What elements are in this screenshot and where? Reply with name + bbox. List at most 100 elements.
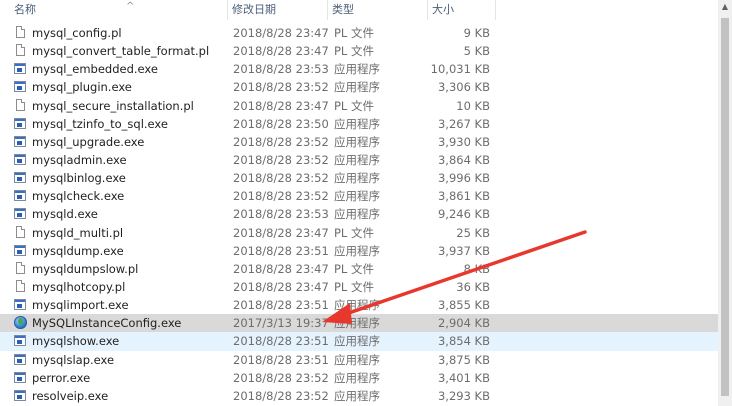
file-type: PL 文件 xyxy=(334,44,374,59)
file-row[interactable]: mysql_convert_table_format.pl 2018/8/28 2… xyxy=(0,42,718,60)
file-icon xyxy=(14,225,28,240)
sort-ascending-icon: ^ xyxy=(126,1,135,12)
file-row[interactable]: mysqlimport.exe 2018/8/28 23:51 应用程序 3,855 … xyxy=(0,296,718,314)
file-icon xyxy=(14,98,28,113)
column-header-date[interactable]: 修改日期 xyxy=(228,0,328,20)
exe-icon xyxy=(14,244,28,258)
file-row[interactable]: mysql_config.pl 2018/8/28 23:47 PL 文件 9 KB xyxy=(0,24,718,42)
file-row[interactable]: mysqlcheck.exe 2018/8/28 23:52 应用程序 3,861 K… xyxy=(0,187,718,205)
file-size: 3,930 KB xyxy=(437,134,490,149)
file-type: PL 文件 xyxy=(334,279,374,294)
file-date: 2018/8/28 23:53 xyxy=(233,62,328,77)
file-row[interactable]: mysqlbinlog.exe 2018/8/28 23:52 应用程序 3,996 … xyxy=(0,169,718,187)
file-name: mysql_secure_installation.pl xyxy=(32,98,194,113)
file-type: 应用程序 xyxy=(334,370,380,385)
file-date: 2018/8/28 23:53 xyxy=(233,207,328,222)
file-date: 2018/8/28 23:47 xyxy=(233,279,328,294)
file-type: 应用程序 xyxy=(334,80,380,95)
exe-icon xyxy=(14,371,28,385)
file-size: 36 KB xyxy=(456,279,490,294)
file-icon xyxy=(14,261,28,276)
file-size: 5 KB xyxy=(463,44,490,59)
file-size: 3,937 KB xyxy=(437,243,490,258)
file-size: 3,855 KB xyxy=(437,298,490,313)
file-name: mysql_upgrade.exe xyxy=(32,134,145,149)
scroll-up-icon[interactable]: ▲ xyxy=(718,0,732,14)
file-type: 应用程序 xyxy=(334,171,380,186)
file-row[interactable]: mysql_plugin.exe 2018/8/28 23:52 应用程序 3,306… xyxy=(0,78,718,96)
exe-icon xyxy=(14,298,28,312)
file-size: 3,875 KB xyxy=(437,352,490,367)
vertical-scrollbar[interactable]: ▲ xyxy=(718,0,732,406)
file-row[interactable]: mysqlhotcopy.pl 2018/8/28 23:47 PL 文件 36 KB xyxy=(0,278,718,296)
scrollbar-thumb[interactable] xyxy=(721,18,729,396)
file-date: 2018/8/28 23:51 xyxy=(233,298,328,313)
file-row[interactable]: mysqld_multi.pl 2018/8/28 23:47 PL 文件 25 KB xyxy=(0,224,718,242)
file-row[interactable]: mysql_secure_installation.pl 2018/8/28 23… xyxy=(0,97,718,115)
file-row[interactable]: mysql_upgrade.exe 2018/8/28 23:52 应用程序 3,93… xyxy=(0,133,718,151)
file-name: mysqlhotcopy.pl xyxy=(32,279,126,294)
file-type: 应用程序 xyxy=(334,352,380,367)
file-row[interactable]: mysqladmin.exe 2018/8/28 23:52 应用程序 3,864 K… xyxy=(0,151,718,169)
file-row[interactable]: resolveip.exe 2018/8/28 23:52 应用程序 3,293 KB xyxy=(0,387,718,405)
file-type: PL 文件 xyxy=(334,261,374,276)
file-type: 应用程序 xyxy=(334,298,380,313)
file-type: 应用程序 xyxy=(334,134,380,149)
file-type: 应用程序 xyxy=(334,388,380,403)
file-name: perror.exe xyxy=(32,370,91,385)
file-name: mysqladmin.exe xyxy=(32,152,127,167)
file-type: 应用程序 xyxy=(334,207,380,222)
file-size: 10,031 KB xyxy=(430,62,490,77)
exe-icon xyxy=(14,171,28,185)
file-date: 2018/8/28 23:52 xyxy=(233,80,328,95)
file-row[interactable]: mysqlshow.exe 2018/8/28 23:51 应用程序 3,854 KB xyxy=(0,332,718,351)
file-size: 3,864 KB xyxy=(437,152,490,167)
file-date: 2018/8/28 23:47 xyxy=(233,261,328,276)
file-icon xyxy=(14,26,28,40)
file-row[interactable]: MySQLInstanceConfig.exe 2017/3/13 19:37 应用… xyxy=(0,314,718,333)
column-name-label: 名称 xyxy=(14,3,36,16)
column-header-name[interactable]: 名称 ^ xyxy=(10,0,228,20)
file-type: 应用程序 xyxy=(334,62,380,77)
file-date: 2018/8/28 23:47 xyxy=(233,44,328,59)
file-size: 9,246 KB xyxy=(437,207,490,222)
file-row[interactable]: mysqldump.exe 2018/8/28 23:51 应用程序 3,937 KB xyxy=(0,242,718,260)
file-row[interactable]: perror.exe 2018/8/28 23:52 应用程序 3,401 KB xyxy=(0,369,718,387)
file-date: 2018/8/28 23:52 xyxy=(233,388,328,403)
file-date: 2018/8/28 23:51 xyxy=(233,334,328,349)
file-size: 9 KB xyxy=(463,26,490,40)
exe-icon xyxy=(14,153,28,167)
file-size: 3,861 KB xyxy=(437,189,490,204)
column-header-size[interactable]: 大小 xyxy=(428,0,496,20)
file-size: 8 KB xyxy=(463,261,490,276)
file-name: mysqld.exe xyxy=(32,207,98,222)
globe-icon xyxy=(14,316,28,330)
file-row[interactable]: mysql_embedded.exe 2018/8/28 23:53 应用程序 10,… xyxy=(0,60,718,78)
column-type-label: 类型 xyxy=(332,3,354,16)
file-name: mysqlslap.exe xyxy=(32,352,115,367)
file-type: 应用程序 xyxy=(334,152,380,167)
file-type: 应用程序 xyxy=(334,189,380,204)
file-date: 2018/8/28 23:51 xyxy=(233,352,328,367)
file-row[interactable]: mysqld.exe 2018/8/28 23:53 应用程序 9,246 KB xyxy=(0,205,718,223)
file-row[interactable]: mysqlslap.exe 2018/8/28 23:51 应用程序 3,875 KB xyxy=(0,351,718,369)
file-name: mysqlshow.exe xyxy=(32,334,120,349)
exe-icon xyxy=(14,80,28,94)
file-date: 2018/8/28 23:47 xyxy=(233,98,328,113)
file-type: PL 文件 xyxy=(334,98,374,113)
file-type: 应用程序 xyxy=(334,243,380,258)
file-name: mysqldump.exe xyxy=(32,243,124,258)
file-name: mysql_tzinfo_to_sql.exe xyxy=(32,116,168,131)
exe-icon xyxy=(14,207,28,221)
file-date: 2018/8/28 23:50 xyxy=(233,116,328,131)
file-row[interactable]: mysqldumpslow.pl 2018/8/28 23:47 PL 文件 8 KB xyxy=(0,260,718,278)
exe-icon xyxy=(14,389,28,403)
file-date: 2018/8/28 23:52 xyxy=(233,189,328,204)
file-icon xyxy=(14,44,28,58)
file-name: resolveip.exe xyxy=(32,388,109,403)
file-size: 3,293 KB xyxy=(437,388,490,403)
file-type: 应用程序 xyxy=(334,116,380,131)
file-type: PL 文件 xyxy=(334,225,374,240)
file-row[interactable]: mysql_tzinfo_to_sql.exe 2018/8/28 23:50 应用… xyxy=(0,115,718,133)
column-header-type[interactable]: 类型 xyxy=(328,0,428,20)
